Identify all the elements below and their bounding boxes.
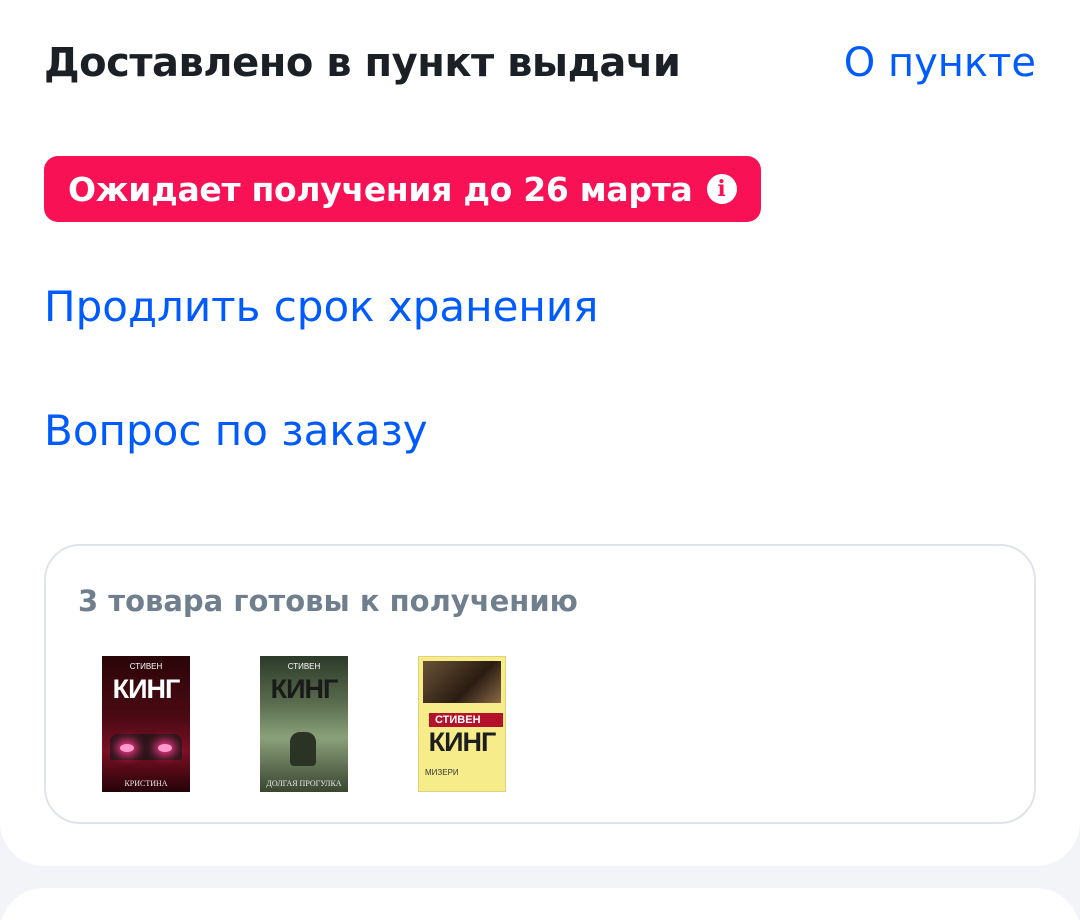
- book-subtitle: ДОЛГАЯ ПРОГУЛКА: [266, 779, 342, 788]
- pickup-deadline-text: Ожидает получения до 26 марта: [68, 169, 693, 209]
- about-pickup-point-link[interactable]: О пункте: [844, 40, 1036, 86]
- card-header: Доставлено в пункт выдачи О пункте: [44, 40, 1036, 100]
- book-name: КИНГ: [428, 727, 497, 757]
- book-author: СТИВЕН: [287, 662, 321, 671]
- book-name: КИНГ: [270, 674, 339, 704]
- extend-storage-link[interactable]: Продлить срок хранения: [44, 282, 598, 331]
- next-card-edge: [0, 888, 1080, 920]
- headlight-left: [120, 744, 134, 752]
- ready-items-caption: 3 товара готовы к получению: [78, 584, 578, 618]
- book-thumbnails: СТИВЕН КИНГ КРИСТИНА СТИВЕН КИНГ ДОЛГАЯ …: [102, 656, 576, 792]
- book-subtitle: КРИСТИНА: [124, 779, 168, 788]
- cover-photo: [423, 661, 501, 703]
- headlight-right: [158, 744, 172, 752]
- order-question-link[interactable]: Вопрос по заказу: [44, 406, 428, 455]
- pickup-deadline-badge[interactable]: Ожидает получения до 26 марта i: [44, 156, 761, 222]
- figure-illustration: [290, 732, 316, 766]
- book-name: КИНГ: [112, 674, 181, 704]
- book-subtitle: МИЗЕРИ: [425, 768, 459, 777]
- book-thumbnail-misery[interactable]: СТИВЕН КИНГ МИЗЕРИ: [418, 656, 506, 792]
- order-status-card: Доставлено в пункт выдачи О пункте Ожида…: [0, 0, 1080, 866]
- book-thumbnail-kristina[interactable]: СТИВЕН КИНГ КРИСТИНА: [102, 656, 190, 792]
- info-icon[interactable]: i: [706, 174, 737, 204]
- book-thumbnail-long-walk[interactable]: СТИВЕН КИНГ ДОЛГАЯ ПРОГУЛКА: [260, 656, 348, 792]
- book-author: СТИВЕН: [129, 662, 163, 671]
- book-author: СТИВЕН: [429, 713, 503, 727]
- delivery-status-title: Доставлено в пункт выдачи: [44, 40, 681, 86]
- ready-items-panel[interactable]: 3 товара готовы к получению СТИВЕН КИНГ …: [44, 544, 1036, 824]
